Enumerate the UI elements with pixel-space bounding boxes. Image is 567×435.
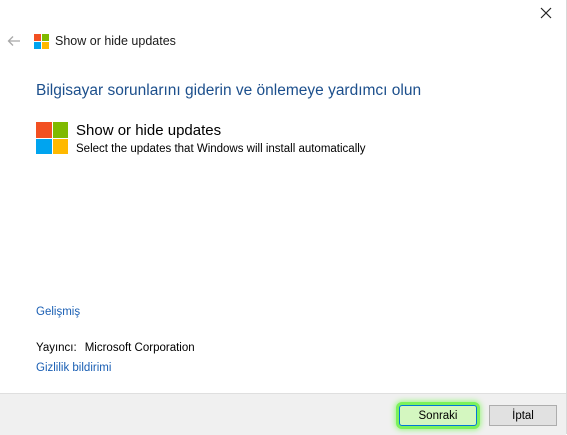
- tool-description: Select the updates that Windows will ins…: [76, 143, 366, 155]
- next-button[interactable]: Sonraki: [399, 405, 477, 426]
- close-button[interactable]: [534, 2, 558, 24]
- tool-title: Show or hide updates: [76, 122, 222, 139]
- troubleshooter-window: Show or hide updates Bilgisayar sorunlar…: [0, 0, 567, 435]
- page-heading: Bilgisayar sorunlarını giderin ve önleme…: [36, 82, 422, 99]
- publisher-label: Yayıncı:: [36, 342, 77, 354]
- close-icon: [540, 7, 552, 19]
- publisher-value: Microsoft Corporation: [84, 342, 195, 354]
- back-arrow-icon: [7, 36, 20, 46]
- windows-logo-icon: [34, 34, 49, 49]
- advanced-link[interactable]: Gelişmiş: [36, 306, 80, 318]
- publisher-info: Yayıncı: Microsoft Corporation: [36, 342, 195, 354]
- cancel-button[interactable]: İptal: [489, 405, 557, 426]
- privacy-statement-link[interactable]: Gizlilik bildirimi: [36, 362, 111, 374]
- back-button[interactable]: [3, 31, 25, 51]
- windows-logo-icon: [36, 122, 68, 154]
- footer-bar: Sonraki İptal: [0, 393, 566, 435]
- window-title: Show or hide updates: [55, 34, 176, 48]
